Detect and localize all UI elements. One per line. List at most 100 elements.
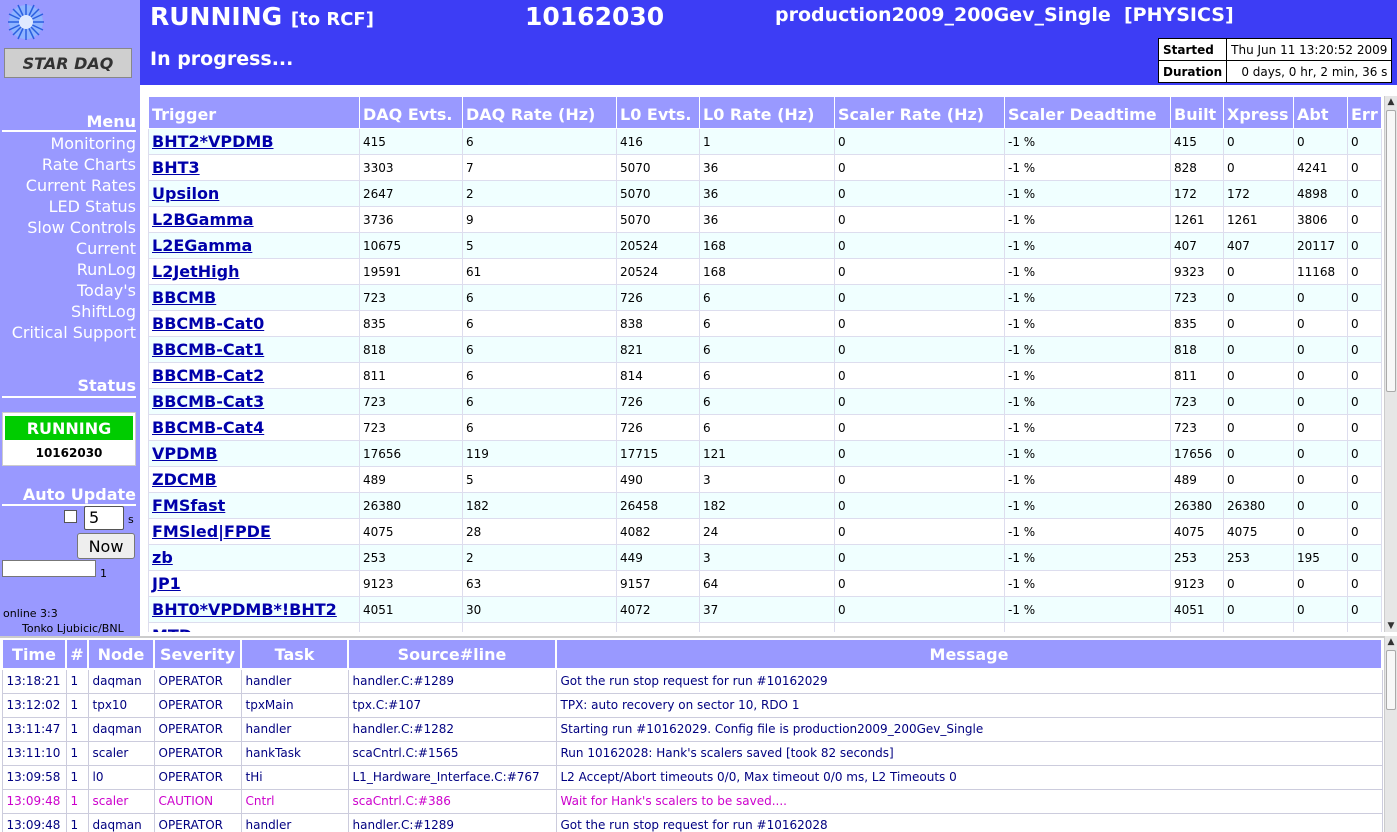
table-cell: 6	[462, 284, 617, 311]
trigger-link[interactable]: Upsilon	[148, 180, 360, 207]
table-cell: 26380	[1223, 492, 1294, 519]
table-cell: 0	[1223, 466, 1294, 493]
trigger-link[interactable]: BBCMB-Cat3	[148, 388, 360, 415]
table-cell: 1261	[1170, 206, 1224, 233]
table-cell: 3	[699, 544, 835, 571]
trigger-link[interactable]: BBCMB-Cat4	[148, 414, 360, 441]
table-cell: 0	[1347, 388, 1382, 415]
status-divider	[2, 396, 136, 398]
trigger-link[interactable]: zb	[148, 544, 360, 571]
menu-item-current[interactable]: Current	[12, 238, 136, 259]
table-cell: -1 %	[1004, 544, 1171, 571]
trigger-link[interactable]: L2JetHigh	[148, 258, 360, 285]
log-row: 13:09:58 1 l0 OPERATOR tHi L1_Hardware_Interf…	[1, 764, 1383, 790]
table-cell: 4082	[616, 518, 700, 545]
trigger-link[interactable]: VPDMB	[148, 440, 360, 467]
trigger-link[interactable]: BBCMB-Cat1	[148, 336, 360, 363]
menu-item-led-status[interactable]: LED Status	[12, 196, 136, 217]
table-row: VPDMB 17656 119 17715 121 0 -1 % 17656 0 0 0	[148, 440, 1382, 467]
table-cell	[1223, 622, 1294, 632]
table-cell: 0	[1347, 518, 1382, 545]
table-row: BBCMB-Cat2 811 6 814 6 0 -1 % 811 0 0 0	[148, 362, 1382, 389]
table-cell: 6	[699, 310, 835, 337]
trigger-table-panel[interactable]: Trigger DAQ Evts. DAQ Rate (Hz) L0 Evts. L0 …	[148, 96, 1384, 632]
table-cell: 0	[1347, 232, 1382, 259]
auto-update-interval-input[interactable]: 5	[84, 506, 124, 530]
table-cell: 6	[462, 336, 617, 363]
log-cell: 1	[65, 812, 89, 832]
scroll-up-icon[interactable]: ▲	[1385, 96, 1397, 108]
table-row: BBCMB-Cat1 818 6 821 6 0 -1 % 818 0 0 0	[148, 336, 1382, 363]
menu-item-slow-controls[interactable]: Slow Controls	[12, 217, 136, 238]
table-cell: 0	[1347, 128, 1382, 155]
trigger-link[interactable]: MTD	[148, 622, 360, 632]
trigger-link[interactable]: FMSfast	[148, 492, 360, 519]
scrollbar-thumb[interactable]	[1386, 650, 1396, 710]
table-cell: 30	[462, 596, 617, 623]
trigger-link[interactable]: BBCMB-Cat0	[148, 310, 360, 337]
table-cell: 828	[1170, 154, 1224, 181]
trigger-link[interactable]: FMSled|FPDE	[148, 518, 360, 545]
table-cell: 0	[1223, 310, 1294, 337]
table-cell: -1 %	[1004, 180, 1171, 207]
log-cell: 13:12:02	[1, 692, 67, 718]
table-cell: 28	[462, 518, 617, 545]
table-cell: 253	[1223, 544, 1294, 571]
trigger-link[interactable]: BBCMB	[148, 284, 360, 311]
trigger-link[interactable]: ZDCMB	[148, 466, 360, 493]
log-cell: 1	[65, 740, 89, 766]
menu-item-todays[interactable]: Today's	[12, 280, 136, 301]
table-cell: 726	[616, 388, 700, 415]
column-header-scaler-deadtime: Scaler Deadtime	[1004, 96, 1171, 129]
table-cell: -1 %	[1004, 310, 1171, 337]
table-cell: 723	[1170, 414, 1224, 441]
table-cell: 64	[699, 570, 835, 597]
log-row: 13:18:21 1 daqman OPERATOR handler handler.C:…	[1, 668, 1383, 694]
trigger-table-scrollbar[interactable]: ▲ ▼	[1384, 96, 1397, 632]
log-scrollbar[interactable]: ▲	[1384, 636, 1397, 832]
table-cell: 253	[359, 544, 463, 571]
scroll-up-icon[interactable]: ▲	[1385, 636, 1397, 648]
trigger-link[interactable]: BHT2*VPDMB	[148, 128, 360, 155]
log-cell: TPX: auto recovery on sector 10, RDO 1	[555, 692, 1383, 718]
table-cell: 10675	[359, 232, 463, 259]
table-cell: 0	[834, 180, 1005, 207]
auto-update-checkbox[interactable]	[64, 510, 77, 523]
table-cell: 9323	[1170, 258, 1224, 285]
trigger-table: Trigger DAQ Evts. DAQ Rate (Hz) L0 Evts. L0 …	[148, 96, 1382, 632]
table-cell: 182	[699, 492, 835, 519]
log-panel[interactable]: Time # Node Severity Task Source#line Message …	[0, 636, 1384, 832]
log-cell: Wait for Hank's scalers to be saved....	[555, 788, 1383, 814]
menu-item-critical-support[interactable]: Critical Support	[12, 322, 136, 343]
trigger-link[interactable]: L2BGamma	[148, 206, 360, 233]
log-cell: Starting run #10162029. Config file is p…	[555, 716, 1383, 742]
menu-item-rate-charts[interactable]: Rate Charts	[12, 154, 136, 175]
column-header-xpress: Xpress	[1223, 96, 1294, 129]
trigger-link[interactable]: JP1	[148, 570, 360, 597]
table-cell: 24	[699, 518, 835, 545]
trigger-link[interactable]: L2EGamma	[148, 232, 360, 259]
table-cell: 0	[1347, 180, 1382, 207]
log-cell: scaler	[87, 788, 155, 814]
status-badge: RUNNING	[5, 416, 133, 440]
menu-heading: Menu	[86, 112, 136, 131]
menu-item-current-rates[interactable]: Current Rates	[12, 175, 136, 196]
table-cell: -1 %	[1004, 128, 1171, 155]
menu-item-monitoring[interactable]: Monitoring	[12, 133, 136, 154]
log-cell: 1	[65, 788, 89, 814]
table-cell: 0	[834, 154, 1005, 181]
table-cell: 182	[462, 492, 617, 519]
trigger-link[interactable]: BBCMB-Cat2	[148, 362, 360, 389]
table-row: MTD	[148, 622, 1382, 632]
menu-item-runlog[interactable]: RunLog	[12, 259, 136, 280]
menu-item-shiftlog[interactable]: ShiftLog	[12, 301, 136, 322]
scrollbar-thumb[interactable]	[1386, 110, 1396, 392]
trigger-link[interactable]: BHT3	[148, 154, 360, 181]
log-cell: scaler	[87, 740, 155, 766]
table-cell: 0	[834, 128, 1005, 155]
log-cell: tpx10	[87, 692, 155, 718]
now-button[interactable]: Now	[77, 533, 135, 559]
trigger-link[interactable]: BHT0*VPDMB*!BHT2	[148, 596, 360, 623]
scroll-down-icon[interactable]: ▼	[1385, 620, 1397, 632]
table-cell: 9	[462, 206, 617, 233]
